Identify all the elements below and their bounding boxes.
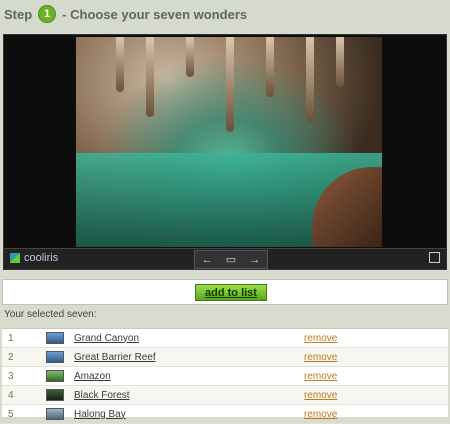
- list-item: 2 Great Barrier Reef remove: [2, 348, 448, 367]
- remove-link[interactable]: remove: [304, 371, 337, 382]
- item-thumbnail: [46, 389, 64, 401]
- viewer-toolbar: cooliris ← ▭ →: [4, 248, 446, 269]
- item-number: 5: [8, 408, 14, 420]
- remove-link[interactable]: remove: [304, 352, 337, 363]
- item-number: 4: [8, 389, 14, 401]
- prev-arrow-icon[interactable]: ←: [202, 254, 213, 266]
- fullscreen-icon[interactable]: [429, 252, 440, 263]
- item-name-link[interactable]: Black Forest: [74, 390, 304, 401]
- item-thumbnail: [46, 332, 64, 344]
- cooliris-brand[interactable]: cooliris: [10, 252, 58, 264]
- add-to-list-button[interactable]: add to list: [195, 284, 267, 301]
- list-item: 5 Halong Bay remove: [2, 405, 448, 424]
- add-row: add to list: [2, 279, 448, 305]
- step-label: Step: [4, 6, 33, 22]
- step-title: - Choose your seven wonders: [62, 6, 248, 22]
- item-name-link[interactable]: Halong Bay: [74, 409, 304, 420]
- caption-icon[interactable]: ▭: [226, 253, 236, 266]
- list-item: 3 Amazon remove: [2, 367, 448, 386]
- remove-link[interactable]: remove: [304, 409, 337, 420]
- step-header: Step 1 - Choose your seven wonders: [0, 0, 450, 28]
- item-number: 2: [8, 351, 14, 363]
- list-item: 4 Black Forest remove: [2, 386, 448, 405]
- item-name-link[interactable]: Great Barrier Reef: [74, 352, 304, 363]
- selected-list: 1 Grand Canyon remove 2 Great Barrier Re…: [2, 328, 448, 424]
- viewer-nav: ← ▭ →: [194, 250, 268, 269]
- item-number: 1: [8, 332, 14, 344]
- item-thumbnail: [46, 351, 64, 363]
- image-viewer[interactable]: cooliris ← ▭ →: [3, 34, 447, 270]
- item-thumbnail: [46, 370, 64, 382]
- next-arrow-icon[interactable]: →: [249, 254, 260, 266]
- remove-link[interactable]: remove: [304, 390, 337, 401]
- list-item: 1 Grand Canyon remove: [2, 329, 448, 348]
- remove-link[interactable]: remove: [304, 333, 337, 344]
- item-name-link[interactable]: Amazon: [74, 371, 304, 382]
- item-name-link[interactable]: Grand Canyon: [74, 333, 304, 344]
- step-number-badge: 1: [38, 5, 57, 23]
- item-thumbnail: [46, 408, 64, 420]
- item-number: 3: [8, 370, 14, 382]
- selected-seven-title: Your selected seven:: [4, 309, 97, 320]
- brand-label: cooliris: [24, 252, 59, 264]
- cooliris-logo-icon: [10, 253, 20, 263]
- wonder-photo[interactable]: [76, 37, 382, 247]
